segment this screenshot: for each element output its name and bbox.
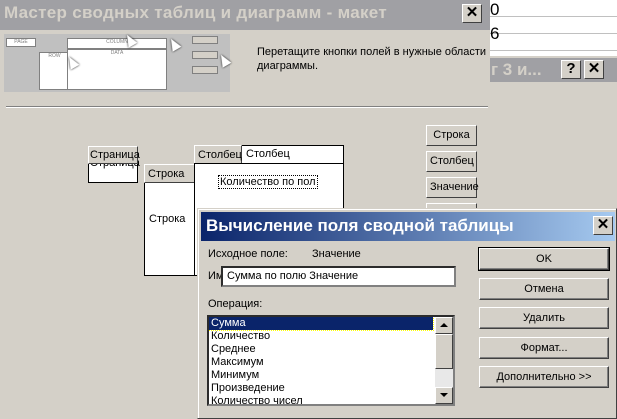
pivot-field-dialog: Вычисление поля сводной таблицы ✕ Исходн… [197,208,617,419]
step3-title-bar[interactable]: г 3 и... ? ✕ [489,58,617,82]
column-field-button[interactable]: Столбец [194,145,242,164]
scroll-up-button[interactable] [435,317,453,334]
preview-data-area: DATA [67,49,167,90]
close-button[interactable]: ✕ [584,60,604,79]
page-field-button[interactable]: Страница [88,146,140,164]
delete-button[interactable]: Удалить [479,307,609,329]
scroll-down-button[interactable] [435,387,453,404]
preview-button [192,66,218,74]
preview-button [192,51,218,59]
row-field-button[interactable]: Строка [144,164,195,183]
excel-cell-value: 6 [490,24,500,43]
list-item[interactable]: Сумма [209,317,434,331]
list-item[interactable]: Количество чисел [209,395,433,404]
list-item[interactable]: Количество [209,330,433,343]
name-input[interactable]: Сумма по полю Значение [221,266,456,287]
advanced-button[interactable]: Дополнительно >> [479,366,609,388]
preview-button [192,36,218,44]
row-area-label: Строка [149,213,186,225]
scroll-thumb[interactable] [435,334,453,369]
listbox-scrollbar[interactable] [435,317,453,404]
excel-cell-value: 0 [490,0,500,19]
source-field-value: Значение [312,248,361,260]
step3-title: г 3 и... [491,60,542,79]
wizard-title-bar[interactable]: Мастер сводных таблиц и диаграмм - макет… [0,0,490,30]
cursor-arrow-icon [166,36,182,52]
field-button-column[interactable]: Столбец [426,151,477,172]
field-button-value[interactable]: Значение [426,177,479,198]
field-button-row[interactable]: Строка [426,125,477,146]
source-field-label: Исходное поле: [208,248,288,260]
arrow-down-icon [440,393,448,397]
format-button[interactable]: Формат... [479,337,609,359]
close-button[interactable]: ✕ [462,4,482,23]
ok-button[interactable]: OK [478,247,610,271]
list-item[interactable]: Максимум [209,356,433,369]
data-field-label[interactable]: Количество по пол [218,175,318,189]
operation-listbox[interactable]: Сумма Количество Среднее Максимум Миниму… [207,315,455,406]
list-item[interactable]: Произведение [209,382,433,395]
separator [6,106,488,108]
excel-cell[interactable] [488,34,617,51]
layout-preview-image: PAGE ROW COLUMN DATA [4,32,232,92]
dialog-title-bar[interactable]: Вычисление поля сводной таблицы ✕ [201,212,615,241]
wizard-instruction: Перетащите кнопки полей в нужные области… [257,46,487,72]
excel-cell[interactable] [488,0,617,17]
preview-column-area: COLUMN [67,38,167,49]
column-area-label: Столбец [246,148,290,160]
preview-page-area: PAGE [6,38,36,47]
cancel-button[interactable]: Отмена [479,278,609,300]
list-item[interactable]: Минимум [209,369,433,382]
arrow-up-icon [440,323,448,327]
dialog-title: Вычисление поля сводной таблицы [206,216,514,235]
wizard-title: Мастер сводных таблиц и диаграмм - макет [4,3,387,22]
excel-cell[interactable] [488,17,617,34]
close-button[interactable]: ✕ [593,216,613,235]
operation-label: Операция: [208,298,263,310]
help-button[interactable]: ? [561,60,581,79]
cursor-arrow-icon [216,52,232,68]
list-item[interactable]: Среднее [209,343,433,356]
